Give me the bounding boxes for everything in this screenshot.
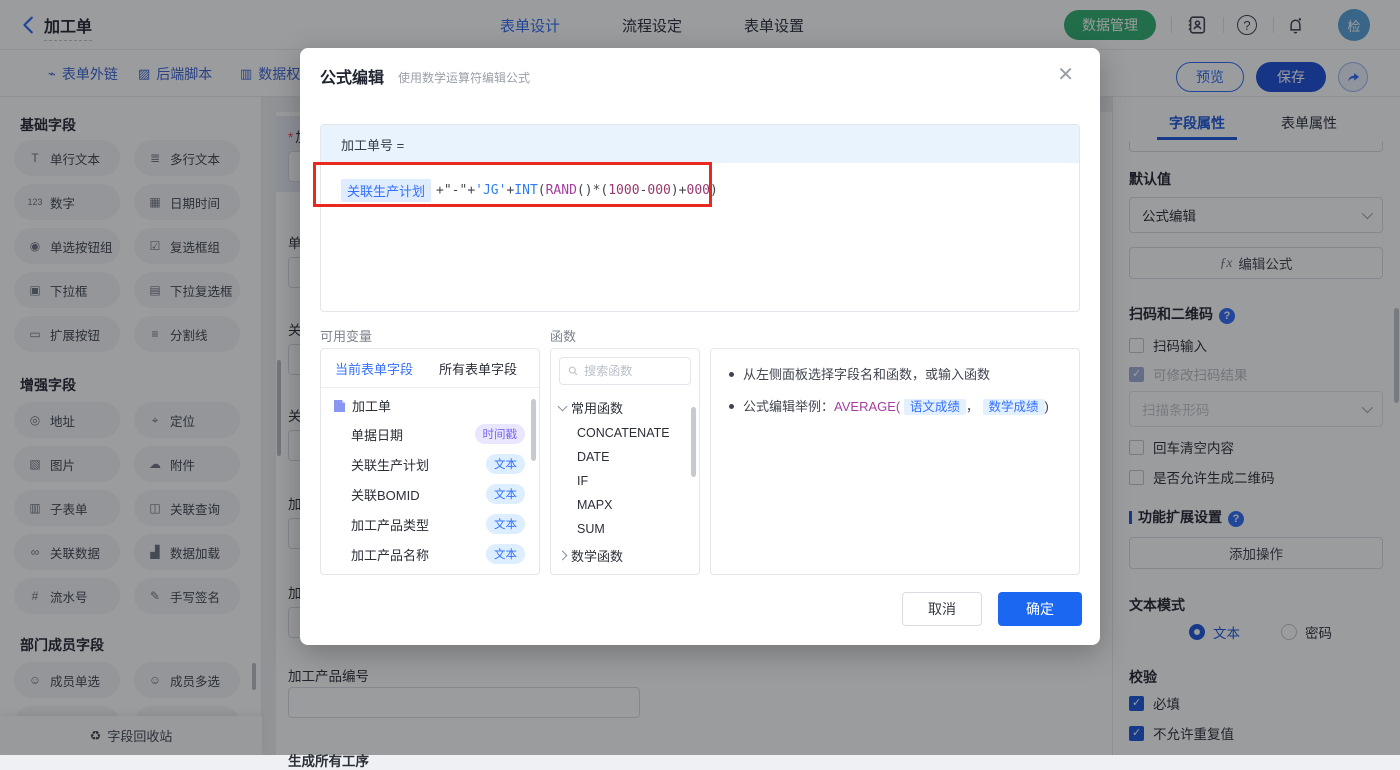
function-group-math[interactable]: 数学函数 — [551, 541, 699, 569]
variable-row[interactable]: 加工产品类型 文本 — [321, 509, 539, 539]
type-badge: 文本 — [486, 574, 525, 575]
formula-token: 000 — [686, 183, 710, 198]
chevron-right-icon — [557, 550, 568, 561]
bullet-icon — [729, 372, 734, 377]
variable-row[interactable]: 加工产品编号文本 — [321, 569, 539, 575]
variable-row[interactable]: 单据日期 时间戳 — [321, 419, 539, 449]
formula-target: 加工单号 = — [321, 125, 1079, 163]
chevron-down-icon — [557, 401, 568, 411]
close-icon[interactable]: ✕ — [1057, 62, 1074, 87]
formula-token: + — [506, 183, 515, 198]
functions-scrollbar[interactable] — [691, 407, 696, 477]
formula-token: ( — [537, 183, 546, 198]
function-search-input[interactable] — [584, 364, 682, 378]
help-line-1: 从左侧面板选择字段名和函数，或输入函数 — [729, 365, 1061, 385]
formula-token: 000 — [647, 183, 671, 198]
variable-row[interactable]: 加工产品名称 文本 — [321, 539, 539, 569]
help-line-2: 公式编辑举例：AVERAGE( 语文成绩， 数学成绩) — [729, 397, 1061, 417]
document-icon — [334, 399, 345, 412]
tree-root-form[interactable]: 加工单 — [321, 388, 539, 419]
type-badge: 文本 — [486, 544, 525, 564]
formula-token: INT — [514, 183, 538, 198]
type-badge: 文本 — [486, 484, 525, 504]
tab-all-form-fields[interactable]: 所有表单字段 — [439, 359, 517, 378]
functions-panel: 常用函数 CONCATENATE DATE IF MAPX SUM 数学函数 文… — [550, 348, 700, 575]
formula-token: 1000 — [608, 183, 640, 198]
cancel-button[interactable]: 取消 — [902, 592, 982, 626]
formula-token: - — [639, 183, 648, 198]
function-group-text[interactable]: 文本函数 — [551, 569, 699, 574]
function-item[interactable]: DATE — [551, 445, 699, 469]
modal-title: 公式编辑 — [320, 70, 385, 87]
example-chip: 语文成绩 — [903, 398, 966, 415]
type-badge: 时间戳 — [474, 424, 525, 444]
tab-current-form-fields[interactable]: 当前表单字段 — [335, 359, 413, 378]
field-chip[interactable]: 关联生产计划 — [341, 179, 432, 202]
variable-row[interactable]: 关联BOMID 文本 — [321, 479, 539, 509]
search-icon — [568, 366, 578, 376]
formula-token: "-" — [443, 183, 468, 198]
bullet-icon — [729, 403, 734, 409]
type-badge: 文本 — [486, 454, 525, 474]
function-item[interactable]: SUM — [551, 517, 699, 541]
type-badge: 文本 — [486, 514, 525, 534]
variables-label: 可用变量 — [320, 329, 373, 344]
formula-token: + — [436, 183, 444, 198]
functions-label: 函数 — [550, 329, 577, 344]
formula-editor[interactable]: 加工单号 = 关联生产计划 + "-" + 'JG' + INT ( RAND … — [320, 124, 1080, 312]
example-chip: 数学成绩 — [982, 398, 1045, 415]
formula-token: ) — [710, 183, 718, 198]
variables-scrollbar[interactable] — [531, 399, 536, 461]
help-panel: 从左侧面板选择字段名和函数，或输入函数 公式编辑举例：AVERAGE( 语文成绩… — [710, 348, 1080, 575]
formula-token: )+ — [670, 183, 687, 198]
function-item[interactable]: CONCATENATE — [551, 421, 699, 445]
modal-subtitle: 使用数学运算符编辑公式 — [398, 71, 531, 85]
function-item[interactable]: MAPX — [551, 493, 699, 517]
variable-row[interactable]: 关联生产计划 文本 — [321, 449, 539, 479]
function-item[interactable]: IF — [551, 469, 699, 493]
function-search[interactable] — [559, 357, 691, 385]
formula-token: 'JG' — [475, 183, 507, 198]
confirm-button[interactable]: 确定 — [998, 592, 1082, 626]
formula-edit-modal: 公式编辑 使用数学运算符编辑公式 ✕ 加工单号 = 关联生产计划 + "-" +… — [300, 48, 1100, 645]
formula-token: + — [467, 183, 476, 198]
function-group-common[interactable]: 常用函数 — [551, 393, 699, 421]
variables-panel: 当前表单字段 所有表单字段 加工单 单据日期 时间戳 关联生产计划 文本 关联BOM… — [320, 348, 540, 575]
formula-expression[interactable]: 关联生产计划 + "-" + 'JG' + INT ( RAND ()*( 10… — [321, 163, 1079, 218]
formula-token: RAND — [545, 183, 577, 198]
formula-token: ()*( — [576, 183, 609, 198]
